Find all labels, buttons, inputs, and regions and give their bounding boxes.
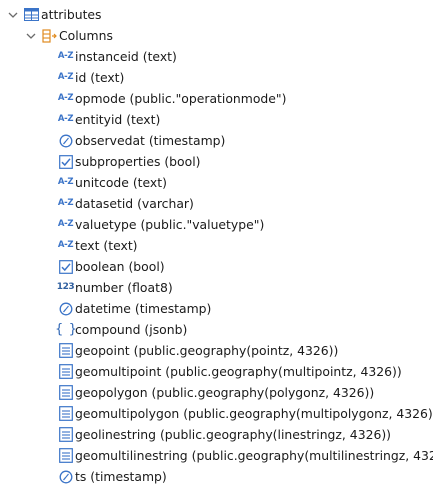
geometry-doc-icon	[58, 343, 73, 358]
geometry-doc-icon	[58, 406, 73, 421]
column-item[interactable]: geomultilinestring (public.geography(mul…	[58, 445, 433, 466]
clock-icon	[58, 469, 73, 484]
column-item[interactable]: ts (timestamp)	[58, 466, 167, 487]
geometry-doc-icon	[58, 385, 73, 400]
column-item[interactable]: datetime (timestamp)	[58, 298, 211, 319]
text-type-icon: A-Z	[57, 240, 74, 250]
column-label: geopolygon (public.geography(polygonz, 4…	[75, 385, 375, 400]
column-label: datetime (timestamp)	[75, 301, 212, 316]
column-label: geomultipolygon (public.geography(multip…	[75, 406, 433, 421]
tree-node-table[interactable]: attributes	[6, 4, 102, 25]
table-name: attributes	[41, 7, 102, 22]
column-item[interactable]: geopoint (public.geography(pointz, 4326)…	[58, 340, 338, 361]
column-label: opmode (public."operationmode")	[75, 91, 287, 106]
column-item[interactable]: A-Z id (text)	[57, 67, 125, 88]
column-label: id (text)	[75, 70, 125, 85]
geometry-doc-icon	[58, 364, 73, 379]
column-item[interactable]: A-Z unitcode (text)	[58, 172, 167, 193]
text-type-icon: A-Z	[57, 219, 74, 229]
column-item[interactable]: A-Z text (text)	[58, 235, 138, 256]
columns-folder-icon	[42, 28, 57, 43]
chevron-down-icon[interactable]	[6, 8, 20, 22]
geometry-doc-icon	[58, 448, 73, 463]
clock-icon	[58, 133, 73, 148]
text-type-icon: A-Z	[57, 114, 74, 124]
column-label: geomultilinestring (public.geography(mul…	[75, 448, 433, 463]
checkbox-icon	[58, 259, 73, 274]
column-item[interactable]: A-Z entityid (text)	[57, 109, 161, 130]
text-type-icon: A-Z	[57, 93, 74, 103]
checkbox-icon	[58, 154, 73, 169]
column-label: instanceid (text)	[75, 49, 177, 64]
column-item[interactable]: boolean (bool)	[58, 256, 165, 277]
column-label: subproperties (bool)	[75, 154, 201, 169]
column-label: geolinestring (public.geography(linestri…	[75, 427, 392, 442]
column-label: observedat (timestamp)	[75, 133, 226, 148]
column-item[interactable]: observedat (timestamp)	[58, 130, 225, 151]
column-label: boolean (bool)	[75, 259, 165, 274]
text-type-icon: A-Z	[57, 177, 74, 187]
column-label: text (text)	[75, 238, 138, 253]
column-label: valuetype (public."valuetype")	[75, 217, 265, 232]
column-item[interactable]: geolinestring (public.geography(linestri…	[58, 424, 391, 445]
column-item[interactable]: geopolygon (public.geography(polygonz, 4…	[58, 382, 374, 403]
geometry-doc-icon	[58, 427, 73, 442]
chevron-down-icon[interactable]	[24, 29, 38, 43]
json-braces-icon: { }	[55, 322, 77, 337]
column-item[interactable]: A-Z valuetype (public."valuetype")	[58, 214, 264, 235]
column-label: ts (timestamp)	[75, 469, 167, 484]
column-item[interactable]: geomultipolygon (public.geography(multip…	[58, 403, 433, 424]
tree-node-columns-folder[interactable]: Columns	[24, 25, 113, 46]
folder-label: Columns	[59, 28, 113, 43]
column-item[interactable]: { } compound (jsonb)	[55, 319, 188, 340]
table-icon	[24, 7, 39, 22]
numeric-type-icon: 123	[56, 282, 75, 292]
column-label: compound (jsonb)	[75, 322, 188, 337]
text-type-icon: A-Z	[57, 51, 74, 61]
column-item[interactable]: geomultipoint (public.geography(multipoi…	[58, 361, 402, 382]
column-item[interactable]: subproperties (bool)	[58, 151, 200, 172]
column-label: datasetid (varchar)	[75, 196, 194, 211]
column-item[interactable]: 123 number (float8)	[56, 277, 173, 298]
database-navigator-tree: attributes Columns A-Z instanceid (text) A…	[0, 0, 433, 491]
text-type-icon: A-Z	[57, 198, 74, 208]
clock-icon	[58, 301, 73, 316]
column-label: entityid (text)	[75, 112, 161, 127]
text-type-icon: A-Z	[57, 72, 74, 82]
column-label: number (float8)	[75, 280, 173, 295]
column-item[interactable]: A-Z datasetid (varchar)	[58, 193, 194, 214]
column-label: unitcode (text)	[75, 175, 167, 190]
column-item[interactable]: A-Z opmode (public."operationmode")	[57, 88, 287, 109]
column-label: geomultipoint (public.geography(multipoi…	[75, 364, 402, 379]
column-label: geopoint (public.geography(pointz, 4326)…	[75, 343, 339, 358]
column-item[interactable]: A-Z instanceid (text)	[58, 46, 177, 67]
